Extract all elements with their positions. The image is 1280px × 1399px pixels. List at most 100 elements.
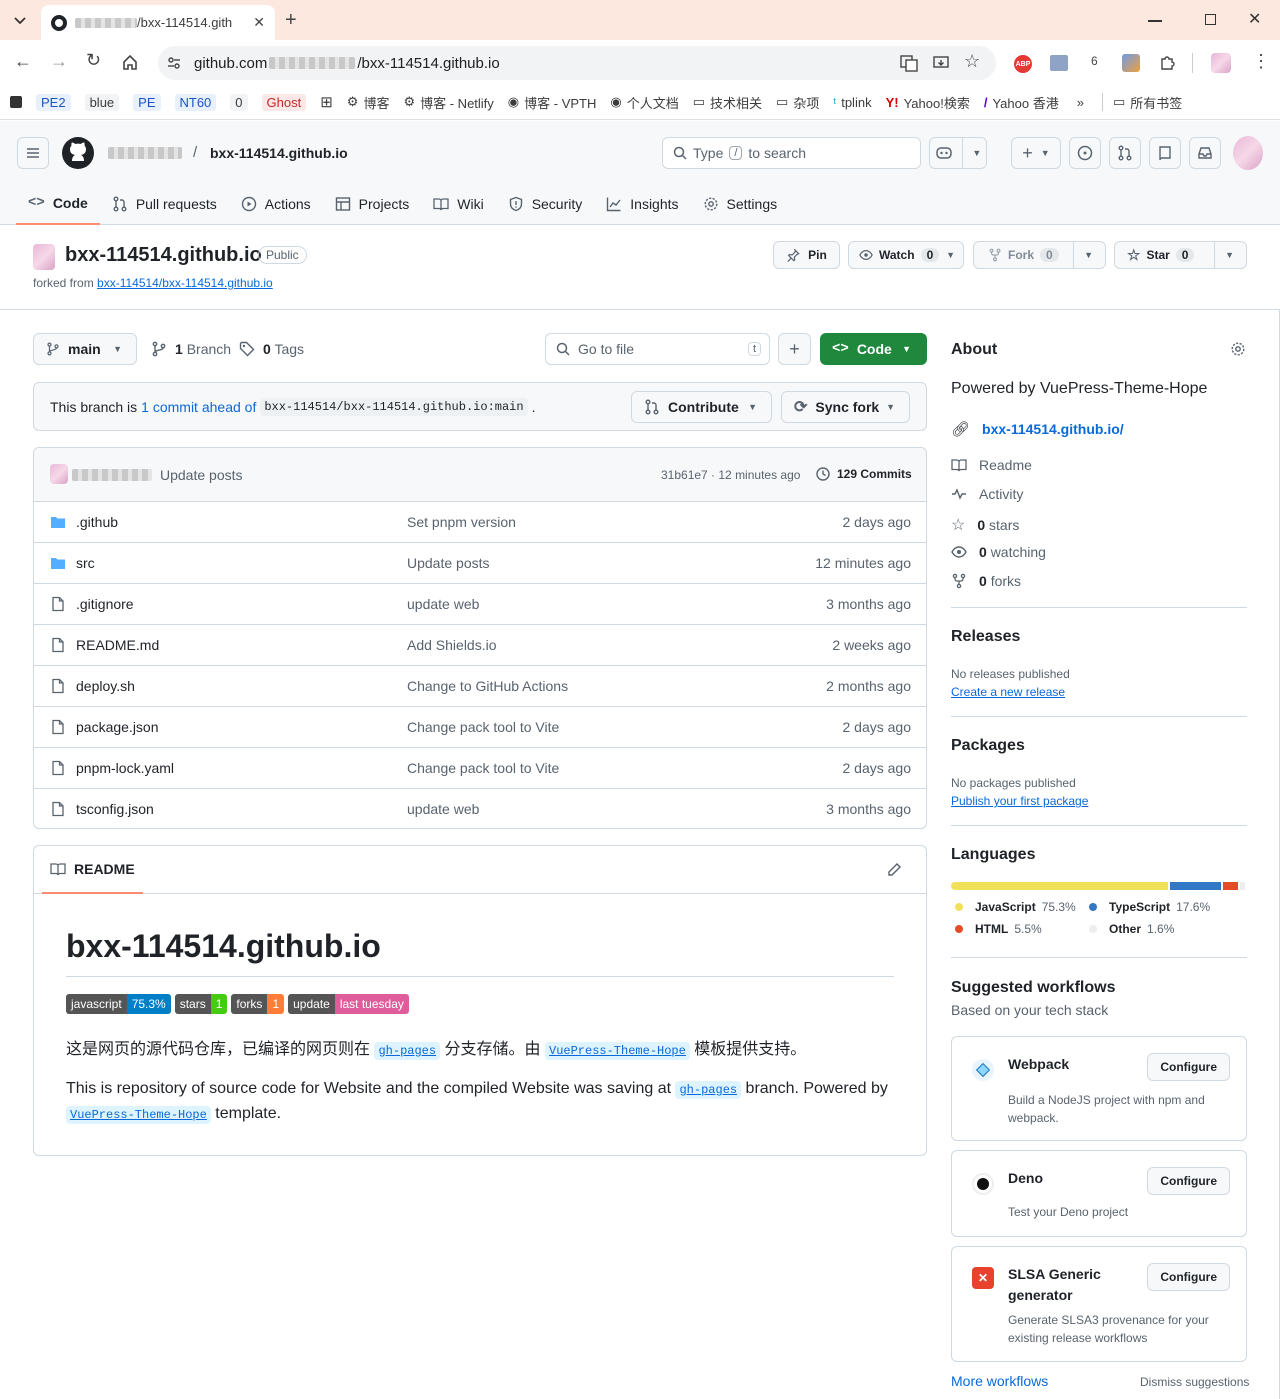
copilot-dropdown-icon[interactable]: ▼ xyxy=(972,148,981,158)
fork-button[interactable]: Fork 0 ▼ xyxy=(973,241,1106,269)
bookmark-yahoo-hk[interactable]: / Yahoo 香港 xyxy=(984,93,1059,112)
tab-projects[interactable]: Projects xyxy=(323,183,422,225)
maximize-icon[interactable] xyxy=(1205,14,1216,25)
language-typescript[interactable]: TypeScript 17.6% xyxy=(1089,900,1239,914)
upstream-ref[interactable]: bxx-114514/bxx-114514.github.io:main xyxy=(260,398,528,416)
repo-title[interactable]: bxx-114514.github.io xyxy=(65,244,262,267)
issues-button[interactable] xyxy=(1069,137,1101,169)
about-settings-button[interactable] xyxy=(1230,341,1246,360)
bookmark-zero[interactable]: 0 xyxy=(230,93,248,111)
badge-update[interactable]: update last tuesday xyxy=(288,994,409,1014)
branches-link[interactable]: 1 Branch xyxy=(151,341,231,357)
commit-author-redacted[interactable] xyxy=(72,469,152,481)
bookmark-blog-netlify[interactable]: ⚙ 博客 - Netlify xyxy=(403,93,493,112)
profile-avatar[interactable] xyxy=(1211,53,1231,73)
file-name[interactable]: deploy.sh xyxy=(76,678,135,694)
tab-wiki[interactable]: Wiki xyxy=(421,183,495,225)
home-icon[interactable] xyxy=(121,53,139,71)
table-row[interactable]: src Update posts 12 minutes ago xyxy=(34,542,927,583)
branch-select-button[interactable]: main ▼ xyxy=(33,333,137,365)
about-readme-link[interactable]: Readme xyxy=(951,457,1032,473)
packages-heading[interactable]: Packages xyxy=(951,737,1025,755)
latest-commit-hash-time[interactable]: 31b61e7 · 12 minutes ago xyxy=(661,468,800,482)
vuepress-theme-hope-link[interactable]: VuePress-Theme-Hope xyxy=(66,1106,211,1124)
bookmark-blue[interactable]: blue xyxy=(84,93,120,111)
adblock-extension-icon[interactable]: ABP xyxy=(1014,55,1032,73)
pull-requests-button[interactable] xyxy=(1109,137,1141,169)
bookmark-star-icon[interactable]: ☆ xyxy=(964,51,980,72)
readme-tab[interactable]: README xyxy=(42,846,143,894)
tab-settings[interactable]: Settings xyxy=(691,183,790,225)
all-bookmarks[interactable]: ▭ 所有书签 xyxy=(1113,93,1182,112)
chevron-down-icon[interactable]: ▼ xyxy=(1225,250,1234,260)
tab-actions[interactable]: Actions xyxy=(229,183,323,225)
language-bar-segment[interactable] xyxy=(951,882,1168,890)
watch-button[interactable]: Watch 0 ▼ xyxy=(848,241,964,269)
about-watching-link[interactable]: 0 watching xyxy=(951,544,1046,560)
file-commit-message[interactable]: update web xyxy=(407,596,479,612)
file-name[interactable]: pnpm-lock.yaml xyxy=(76,760,174,776)
bookmark-square-icon[interactable] xyxy=(10,96,22,108)
inbox-button[interactable] xyxy=(1189,137,1221,169)
badge-javascript[interactable]: javascript 75.3% xyxy=(66,994,171,1014)
bookmark-tplink[interactable]: ᵗ tplink xyxy=(833,95,871,110)
table-row[interactable]: deploy.sh Change to GitHub Actions 2 month… xyxy=(34,665,927,706)
file-name[interactable]: src xyxy=(76,555,95,571)
publish-package-link[interactable]: Publish your first package xyxy=(951,794,1088,808)
star-button[interactable]: ☆ Star 0 ▼ xyxy=(1114,241,1247,269)
gh-pages-link[interactable]: gh-pages xyxy=(374,1042,441,1060)
edit-readme-button[interactable] xyxy=(886,862,902,881)
close-window-icon[interactable]: ✕ xyxy=(1248,9,1261,29)
contribute-button[interactable]: Contribute ▼ xyxy=(631,391,772,423)
language-javascript[interactable]: JavaScript 75.3% xyxy=(955,900,1089,914)
github-logo-icon[interactable] xyxy=(62,137,94,172)
tab-search-icon[interactable] xyxy=(8,10,32,32)
file-name[interactable]: .gitignore xyxy=(76,596,134,612)
create-new-button[interactable]: + ▼ xyxy=(1011,137,1061,169)
more-workflows-link[interactable]: More workflows xyxy=(951,1373,1048,1389)
dismiss-suggestions-button[interactable]: Dismiss suggestions xyxy=(1140,1375,1249,1389)
language-other[interactable]: Other 1.6% xyxy=(1089,922,1239,936)
latest-commit-message[interactable]: Update posts xyxy=(160,467,243,483)
create-release-link[interactable]: Create a new release xyxy=(951,685,1065,699)
forward-icon[interactable]: → xyxy=(50,51,68,72)
file-name[interactable]: package.json xyxy=(76,719,159,735)
back-icon[interactable]: ← xyxy=(14,51,32,72)
about-forks-link[interactable]: 0 forks xyxy=(951,573,1021,589)
tab-insights[interactable]: Insights xyxy=(594,183,690,225)
pin-button[interactable]: Pin xyxy=(773,241,840,269)
table-row[interactable]: .gitignore update web 3 months ago xyxy=(34,583,927,624)
vuepress-theme-hope-link[interactable]: VuePress-Theme-Hope xyxy=(545,1042,690,1060)
language-html[interactable]: HTML 5.5% xyxy=(955,922,1089,936)
gh-pages-link[interactable]: gh-pages xyxy=(675,1081,742,1099)
releases-heading[interactable]: Releases xyxy=(951,628,1020,646)
language-bar-segment[interactable] xyxy=(1240,882,1245,890)
configure-slsa-button[interactable]: Configure xyxy=(1147,1263,1230,1291)
commits-ahead-link[interactable]: 1 commit ahead of xyxy=(141,399,256,415)
add-file-button[interactable]: + xyxy=(778,333,811,365)
about-website[interactable]: 🔗︎ bxx-114514.github.io/ xyxy=(951,420,1124,438)
bookmark-nt60[interactable]: NT60 xyxy=(174,93,217,111)
about-stars-link[interactable]: ☆ 0 stars xyxy=(951,515,1019,535)
forked-from-link[interactable]: bxx-114514/bxx-114514.github.io xyxy=(97,276,273,290)
file-name[interactable]: README.md xyxy=(76,637,159,653)
commits-history-link[interactable]: 129 Commits xyxy=(815,466,912,482)
code-dropdown-button[interactable]: <> Code ▼ xyxy=(820,333,927,365)
repo-owner-avatar[interactable] xyxy=(33,244,55,270)
bookmark-blog[interactable]: ⚙ 博客 xyxy=(347,93,390,112)
bookmark-pe[interactable]: PE xyxy=(133,93,161,111)
copilot-button[interactable]: ▼ xyxy=(929,137,987,169)
repositories-button[interactable] xyxy=(1149,137,1181,169)
configure-webpack-button[interactable]: Configure xyxy=(1147,1053,1230,1081)
tab-security[interactable]: Security xyxy=(496,183,595,225)
tab-pull-requests[interactable]: Pull requests xyxy=(100,183,229,225)
owner-name-redacted[interactable] xyxy=(108,147,182,159)
table-row[interactable]: tsconfig.json update web 3 months ago xyxy=(34,788,927,829)
badge-stars[interactable]: stars 1 xyxy=(174,994,228,1014)
file-commit-message[interactable]: update web xyxy=(407,801,479,817)
file-commit-message[interactable]: Set pnpm version xyxy=(407,514,516,530)
sync-fork-button[interactable]: ⟳ Sync fork ▼ xyxy=(781,391,910,423)
configure-deno-button[interactable]: Configure xyxy=(1147,1167,1230,1195)
browser-menu-icon[interactable]: ⋮ xyxy=(1252,52,1270,70)
language-bar-segment[interactable] xyxy=(1222,882,1239,890)
